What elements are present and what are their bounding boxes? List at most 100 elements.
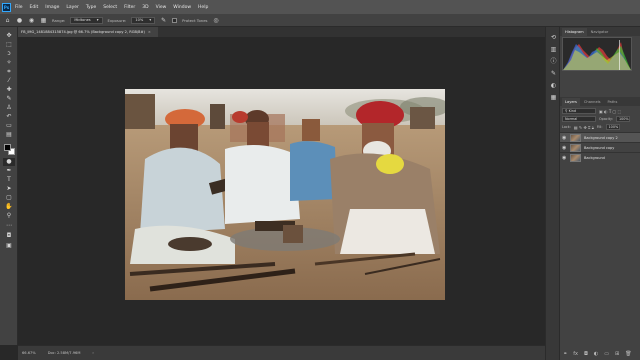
menu-filter[interactable]: Filter [124,5,135,10]
dodge-tool-preset-icon[interactable]: ● [16,17,23,24]
range-select[interactable]: Midtones ▾ [70,16,103,24]
lasso-tool-icon[interactable]: ↄ [3,50,15,58]
quick-mask-icon[interactable]: ◘ [3,232,15,240]
trash-icon[interactable]: 🗑︎ [625,351,631,357]
layer-name: Background copy 2 [584,135,618,140]
quick-select-icon[interactable]: ✧ [3,59,15,67]
protect-tones-checkbox[interactable] [172,17,178,23]
right-panels: Histogram Navigator Layers Channels Path… [560,27,640,360]
brush-preset-icon[interactable]: ◉ [28,17,35,24]
eye-icon[interactable]: ◉ [562,145,567,151]
options-bar: ⌂ ● ◉ ▦ Range: Midtones ▾ Exposure: 10% ▾ … [0,14,640,27]
menu-edit[interactable]: Edit [30,5,39,10]
clone-stamp-icon[interactable]: ♙ [3,104,15,112]
menu-view[interactable]: View [156,5,167,10]
fill-field[interactable]: 100% [605,124,620,130]
status-bar: 66.67% Doc: 2.58M/7.96M › [18,345,545,360]
link-icon[interactable]: ⚭ [563,351,567,357]
menu-select[interactable]: Select [103,5,117,10]
chevron-down-icon: ▾ [149,18,152,22]
foreground-color-swatch[interactable] [4,144,11,151]
brush-panel-icon[interactable]: ✎ [549,69,558,78]
tab-navigator[interactable]: Navigator [588,28,612,36]
layer-row[interactable]: ◉ Background copy [560,142,640,152]
eyedropper-icon[interactable]: ⁄ [3,77,15,85]
move-tool-icon[interactable]: ✥ [3,32,15,40]
layer-row[interactable]: ◉ Background copy 2 [560,132,640,142]
document-size: Doc: 2.58M/7.96M [47,351,81,355]
layer-thumbnail [570,133,581,142]
layer-name: Background [584,155,605,160]
kind-filter-select[interactable]: ⚲ Kind [562,108,596,114]
hand-tool-icon[interactable]: ✋ [3,203,15,211]
tab-channels[interactable]: Channels [581,98,604,106]
filter-icons[interactable]: ▣ ◐ T ▢ ⬚ [599,109,621,114]
eraser-icon[interactable]: ▭ [3,122,15,130]
layer-row[interactable]: ◉ Background [560,152,640,162]
menu-layer[interactable]: Layer [66,5,79,10]
styles-panel-icon[interactable]: ▦ [549,93,558,102]
canvas-area[interactable] [18,37,545,345]
menu-file[interactable]: File [15,5,23,10]
history-panel-icon[interactable]: ⟲ [549,33,558,42]
menu-type[interactable]: Type [86,5,96,10]
edit-toolbar-icon[interactable]: ⋯ [3,222,15,230]
crop-tool-icon[interactable]: ⌗ [3,68,15,76]
layers-panel: Layers Channels Paths ⚲ Kind ▣ ◐ T ▢ ⬚ N… [560,97,640,360]
opacity-field[interactable]: 100% [615,116,630,122]
zoom-level[interactable]: 66.67% [22,351,36,355]
menu-help[interactable]: Help [198,5,208,10]
type-tool-icon[interactable]: T [3,176,15,184]
layer-name: Background copy [584,145,615,150]
brush-settings-icon[interactable]: ▦ [40,17,47,24]
healing-brush-icon[interactable]: ✚ [3,86,15,94]
layer-actions: ⚭ fx ◘ ◐ ▭ ⊞ 🗑︎ [563,351,632,357]
history-brush-icon[interactable]: ↶ [3,113,15,121]
info-panel-icon[interactable]: ⓘ [549,57,558,66]
document-tab-title: FB_IMG_1481884315874.jpg @ 66.7% (Backgr… [21,30,145,34]
lock-icons[interactable]: ▦ ✎ ✥ ⌗ 🔒︎ [574,125,594,130]
dodge-tool-icon[interactable]: ● [3,158,15,166]
zoom-tool-icon[interactable]: ⚲ [3,212,15,220]
eye-icon[interactable]: ◉ [562,135,567,141]
home-icon[interactable]: ⌂ [4,17,11,24]
path-select-icon[interactable]: ➤ [3,185,15,193]
exposure-label: Exposure: [107,17,127,23]
panel-icon-strip: ⟲ ▥ ⓘ ✎ ◐ ▦ [545,27,560,360]
layer-thumbnail [570,143,581,152]
mask-icon[interactable]: ◘ [584,351,588,357]
pen-tool-icon[interactable]: ✒ [3,167,15,175]
chevron-down-icon: ▾ [96,18,99,22]
exposure-field[interactable]: 10% ▾ [131,16,156,24]
layer-controls: ⚲ Kind ▣ ◐ T ▢ ⬚ Normal Opacity: 100% Lo… [560,106,640,132]
menu-3d[interactable]: 3D [142,5,148,10]
screen-mode-icon[interactable]: ▣ [3,242,15,250]
document-tab[interactable]: FB_IMG_1481884315874.jpg @ 66.7% (Backgr… [18,27,158,37]
airbrush-icon[interactable]: ✎ [160,17,167,24]
rectangle-tool-icon[interactable]: ▢ [3,194,15,202]
marquee-tool-icon[interactable]: ⬚ [3,41,15,49]
tab-histogram[interactable]: Histogram [562,28,587,36]
layer-thumbnail [570,153,581,162]
menu-image[interactable]: Image [45,5,59,10]
tab-paths[interactable]: Paths [605,98,621,106]
menu-window[interactable]: Window [173,5,191,10]
pressure-icon[interactable]: ◎ [213,17,220,24]
document-photo[interactable] [125,89,445,300]
fx-icon[interactable]: fx [573,351,578,357]
blend-mode-select[interactable]: Normal [562,116,596,122]
chevron-right-icon[interactable]: › [92,351,93,355]
adjustments-panel-icon[interactable]: ◐ [549,81,558,90]
folder-icon[interactable]: ▭ [604,351,609,357]
new-layer-icon[interactable]: ⊞ [615,351,619,357]
photoshop-logo[interactable]: Ps [2,2,11,12]
close-icon[interactable]: × [148,30,151,34]
adjustment-layer-icon[interactable]: ◐ [594,351,598,357]
tab-layers[interactable]: Layers [562,98,580,106]
brush-tool-icon[interactable]: ✎ [3,95,15,103]
document-tab-bar: FB_IMG_1481884315874.jpg @ 66.7% (Backgr… [18,27,545,37]
histogram-chart [563,40,631,70]
properties-panel-icon[interactable]: ▥ [549,45,558,54]
gradient-tool-icon[interactable]: ▤ [3,131,15,139]
eye-icon[interactable]: ◉ [562,155,567,161]
